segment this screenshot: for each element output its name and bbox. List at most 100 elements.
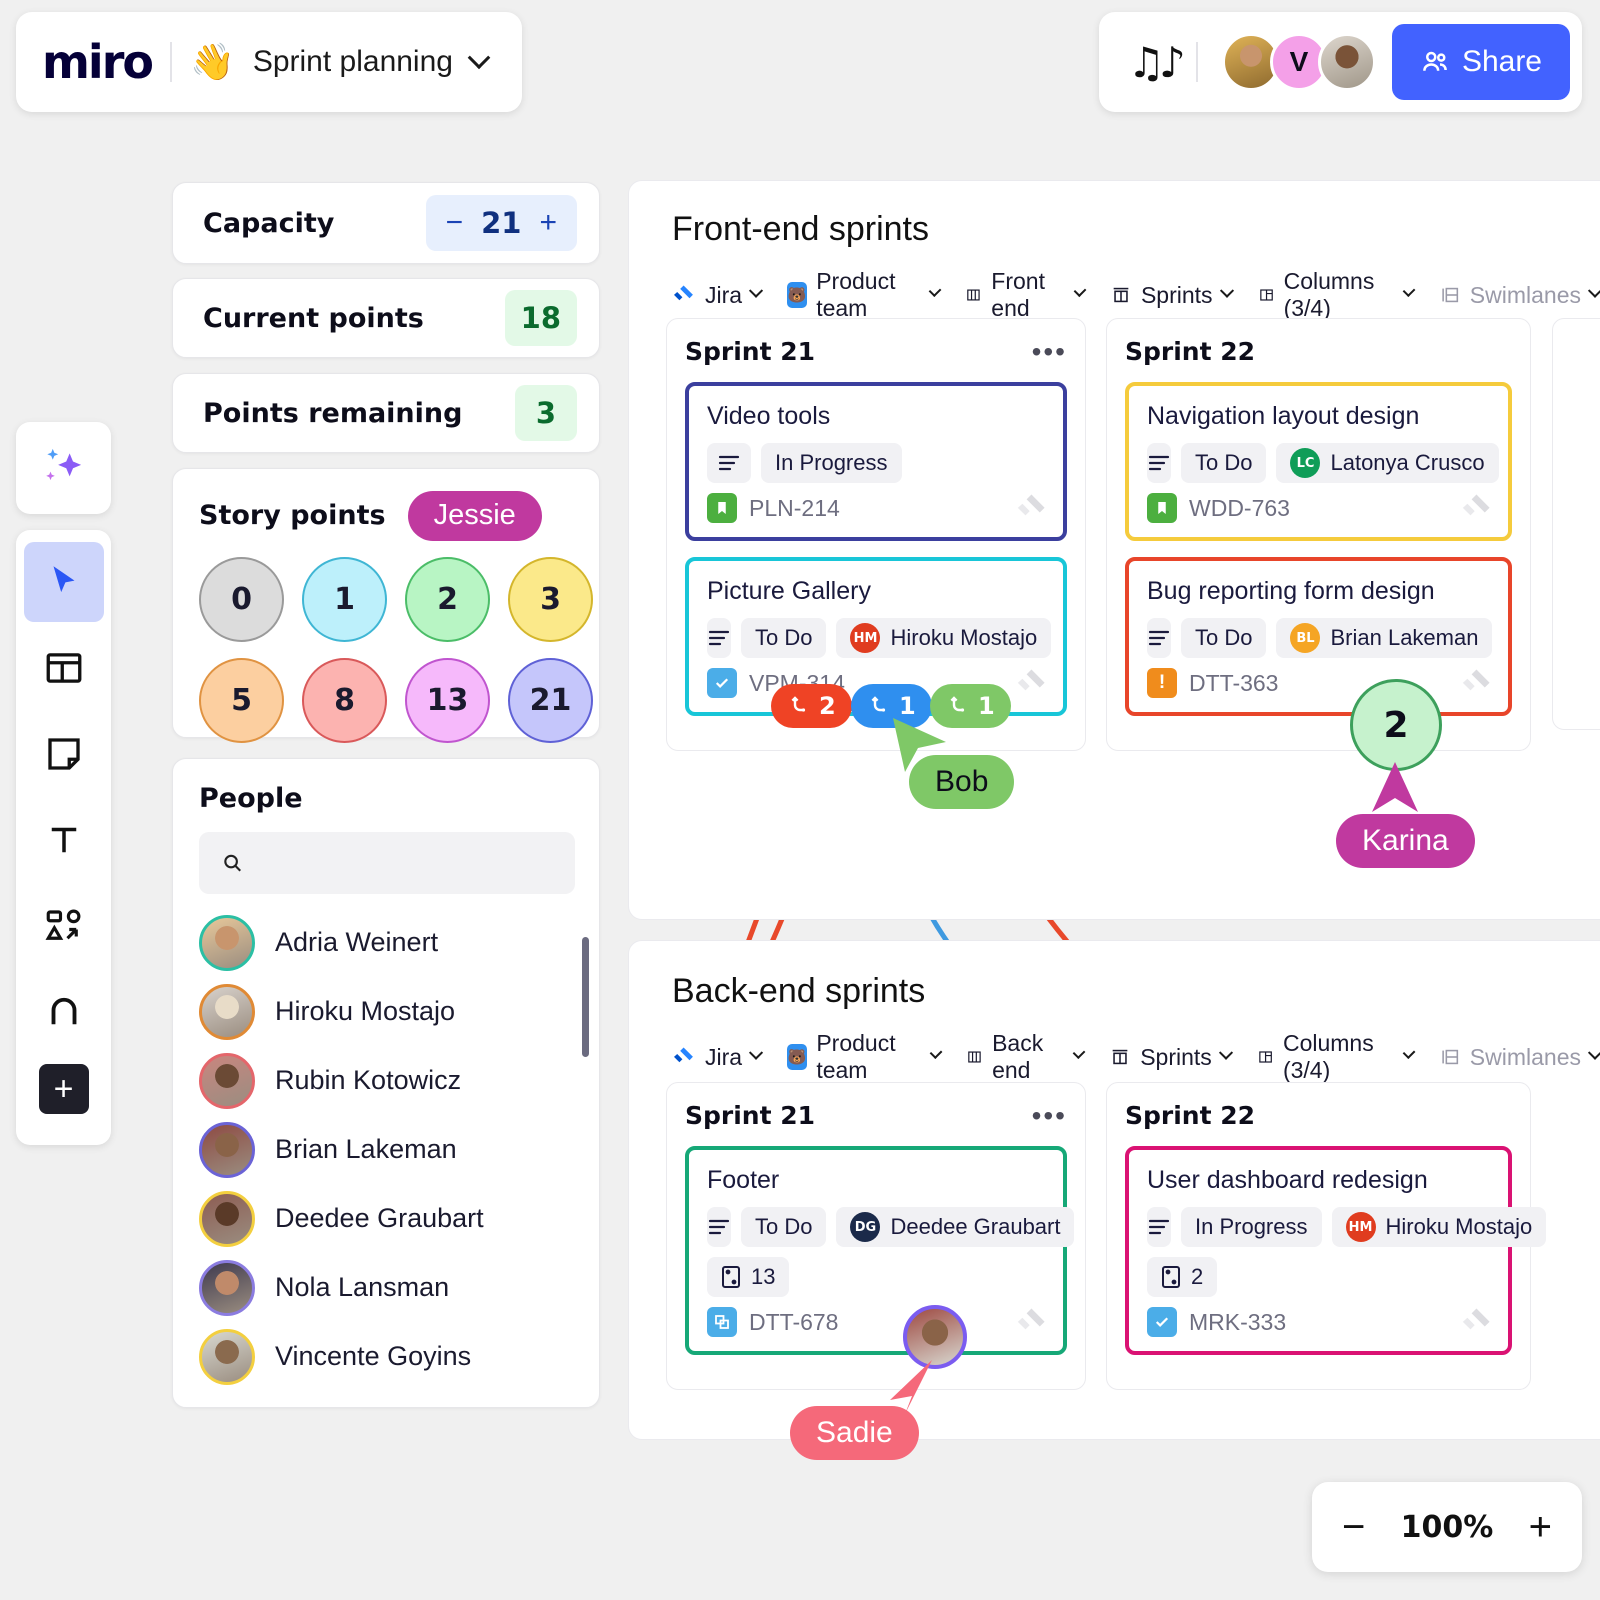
status-badge[interactable]: To Do [1181, 443, 1267, 483]
filter-sprints[interactable]: Sprints [1110, 282, 1234, 309]
card-key[interactable]: WDD-763 [1189, 495, 1290, 522]
filter-board[interactable]: Back end [966, 1030, 1086, 1084]
people-scrollbar[interactable] [582, 937, 589, 1057]
ai-tool-rail[interactable] [16, 422, 111, 514]
list-item[interactable]: Deedee Graubart [199, 1184, 575, 1253]
filter-columns[interactable]: Columns (3/4) [1257, 1030, 1416, 1084]
story-point-13[interactable]: 13 [405, 657, 490, 743]
jira-card[interactable]: Navigation layout design To Do LC Latonya C… [1125, 382, 1512, 541]
chevron-down-icon[interactable] [1219, 283, 1234, 298]
story-point-2[interactable]: 2 [405, 556, 490, 642]
assignee-badge[interactable]: BL Brian Lakeman [1276, 618, 1493, 658]
team-icon: 🐻 [787, 1044, 808, 1070]
filter-jira[interactable]: Jira [672, 1043, 764, 1071]
assignee-badge[interactable]: LC Latonya Crusco [1276, 443, 1499, 483]
card-title: Footer [707, 1166, 780, 1194]
filter-jira[interactable]: Jira [672, 282, 764, 309]
filter-team[interactable]: 🐻 Product team [787, 1030, 943, 1084]
story-point-21[interactable]: 21 [508, 657, 593, 743]
vote-count-bubble[interactable]: 2 [1350, 679, 1442, 771]
filter-board[interactable]: Front end [965, 268, 1087, 322]
capacity-increment[interactable]: + [539, 208, 557, 238]
assignee-badge[interactable]: HM Hiroku Mostajo [836, 618, 1052, 658]
card-list: Video tools In Progress PLN-214 Picture Gal… [685, 382, 1067, 716]
story-point-1[interactable]: 1 [302, 556, 387, 642]
more-icon[interactable]: ••• [1032, 1101, 1067, 1129]
list-item[interactable]: Adria Weinert [199, 908, 575, 977]
filter-swimlanes[interactable]: Swimlanes [1439, 282, 1600, 309]
search-icon [224, 854, 241, 872]
person-name: Nola Lansman [275, 1272, 450, 1302]
chevron-down-icon[interactable] [1072, 1046, 1086, 1060]
story-point-icon [722, 1266, 740, 1288]
chevron-down-icon[interactable] [1587, 283, 1600, 298]
text-tool[interactable] [24, 800, 104, 880]
assignee-badge[interactable]: HM Hiroku Mostajo [1331, 1207, 1547, 1247]
sticky-note-tool[interactable] [24, 714, 104, 794]
list-item[interactable]: Brian Lakeman [199, 1115, 575, 1184]
chevron-down-icon[interactable] [1587, 1045, 1600, 1060]
status-badge[interactable]: To Do [1181, 618, 1267, 658]
jira-card[interactable]: Footer To Do DG Deedee Graubart 13 DTT-678 [685, 1146, 1075, 1355]
chevron-down-icon[interactable] [929, 1046, 943, 1060]
filter-jira-label: Jira [705, 1043, 743, 1070]
connection-badge-blue[interactable]: 1 [851, 684, 932, 728]
assignee-badge[interactable]: DG Deedee Graubart [836, 1207, 1075, 1247]
more-icon[interactable]: ••• [1032, 337, 1067, 365]
capacity-decrement[interactable]: − [446, 208, 464, 238]
story-point-5[interactable]: 5 [199, 657, 284, 743]
people-search-input[interactable] [258, 849, 553, 877]
filter-sprints[interactable]: Sprints [1109, 1044, 1233, 1071]
story-points-badge[interactable]: 13 [707, 1257, 790, 1297]
add-tool-button[interactable]: + [38, 1064, 89, 1114]
avatar-sadie[interactable] [903, 1305, 967, 1369]
status-badge[interactable]: To Do [741, 618, 827, 658]
card-key[interactable]: DTT-363 [1189, 670, 1278, 697]
chevron-down-icon[interactable] [928, 284, 942, 298]
list-item[interactable]: Rubin Kotowicz [199, 1046, 575, 1115]
connection-badge-red[interactable]: 2 [771, 684, 852, 728]
story-points-badge[interactable]: 2 [1147, 1257, 1218, 1297]
filter-team[interactable]: 🐻 Product team [787, 268, 942, 322]
pen-tool[interactable] [24, 972, 104, 1052]
jira-card[interactable]: Video tools In Progress PLN-214 [685, 382, 1067, 541]
filter-swimlanes-label: Swimlanes [1469, 1043, 1582, 1070]
filter-swimlanes[interactable]: Swimlanes [1439, 1044, 1600, 1071]
list-item[interactable]: Hiroku Mostajo [199, 977, 575, 1046]
chevron-down-icon[interactable] [748, 283, 764, 298]
status-badge[interactable]: To Do [741, 1207, 827, 1247]
chevron-down-icon[interactable] [748, 1045, 764, 1060]
zoom-out-button[interactable]: − [1342, 1507, 1365, 1547]
share-button[interactable]: Share [1391, 24, 1570, 100]
share-label: Share [1461, 45, 1542, 78]
templates-tool[interactable] [24, 628, 104, 708]
list-item[interactable]: Nola Lansman [199, 1253, 575, 1322]
chevron-down-icon[interactable] [1402, 1046, 1416, 1060]
card-key[interactable]: PLN-214 [749, 495, 840, 522]
people-search[interactable] [199, 832, 575, 894]
story-point-0[interactable]: 0 [199, 556, 284, 642]
jira-card[interactable]: User dashboard redesign In Progress HM Hiro… [1125, 1146, 1547, 1355]
status-badge[interactable]: In Progress [761, 443, 902, 483]
music-notes-icon[interactable]: ♫♪ [1127, 38, 1186, 87]
zoom-in-button[interactable]: + [1529, 1507, 1552, 1547]
shapes-tool[interactable] [24, 886, 104, 966]
status-badge[interactable]: In Progress [1181, 1207, 1322, 1247]
chevron-down-icon[interactable] [1218, 1045, 1233, 1060]
select-tool[interactable] [23, 542, 104, 622]
connection-badge-green[interactable]: 1 [930, 684, 1011, 728]
miro-logo[interactable]: miro [42, 35, 154, 89]
card-key[interactable]: MRK-333 [1189, 1309, 1286, 1336]
card-points-row: 13 [707, 1257, 1045, 1297]
avatar[interactable] [1317, 33, 1376, 91]
story-point-8[interactable]: 8 [302, 657, 387, 743]
story-point-3[interactable]: 3 [508, 556, 593, 642]
list-item[interactable]: Vincente Goyins [199, 1322, 575, 1391]
chevron-down-icon[interactable] [1073, 284, 1087, 298]
card-key[interactable]: DTT-678 [749, 1309, 838, 1336]
chevron-down-icon[interactable] [1402, 284, 1416, 298]
filter-columns[interactable]: Columns (3/4) [1258, 268, 1416, 322]
chevron-down-icon[interactable] [467, 46, 491, 70]
jira-card[interactable]: Bug reporting form design To Do BL Brian La… [1125, 557, 1512, 716]
board-title[interactable]: Sprint planning [253, 45, 453, 79]
